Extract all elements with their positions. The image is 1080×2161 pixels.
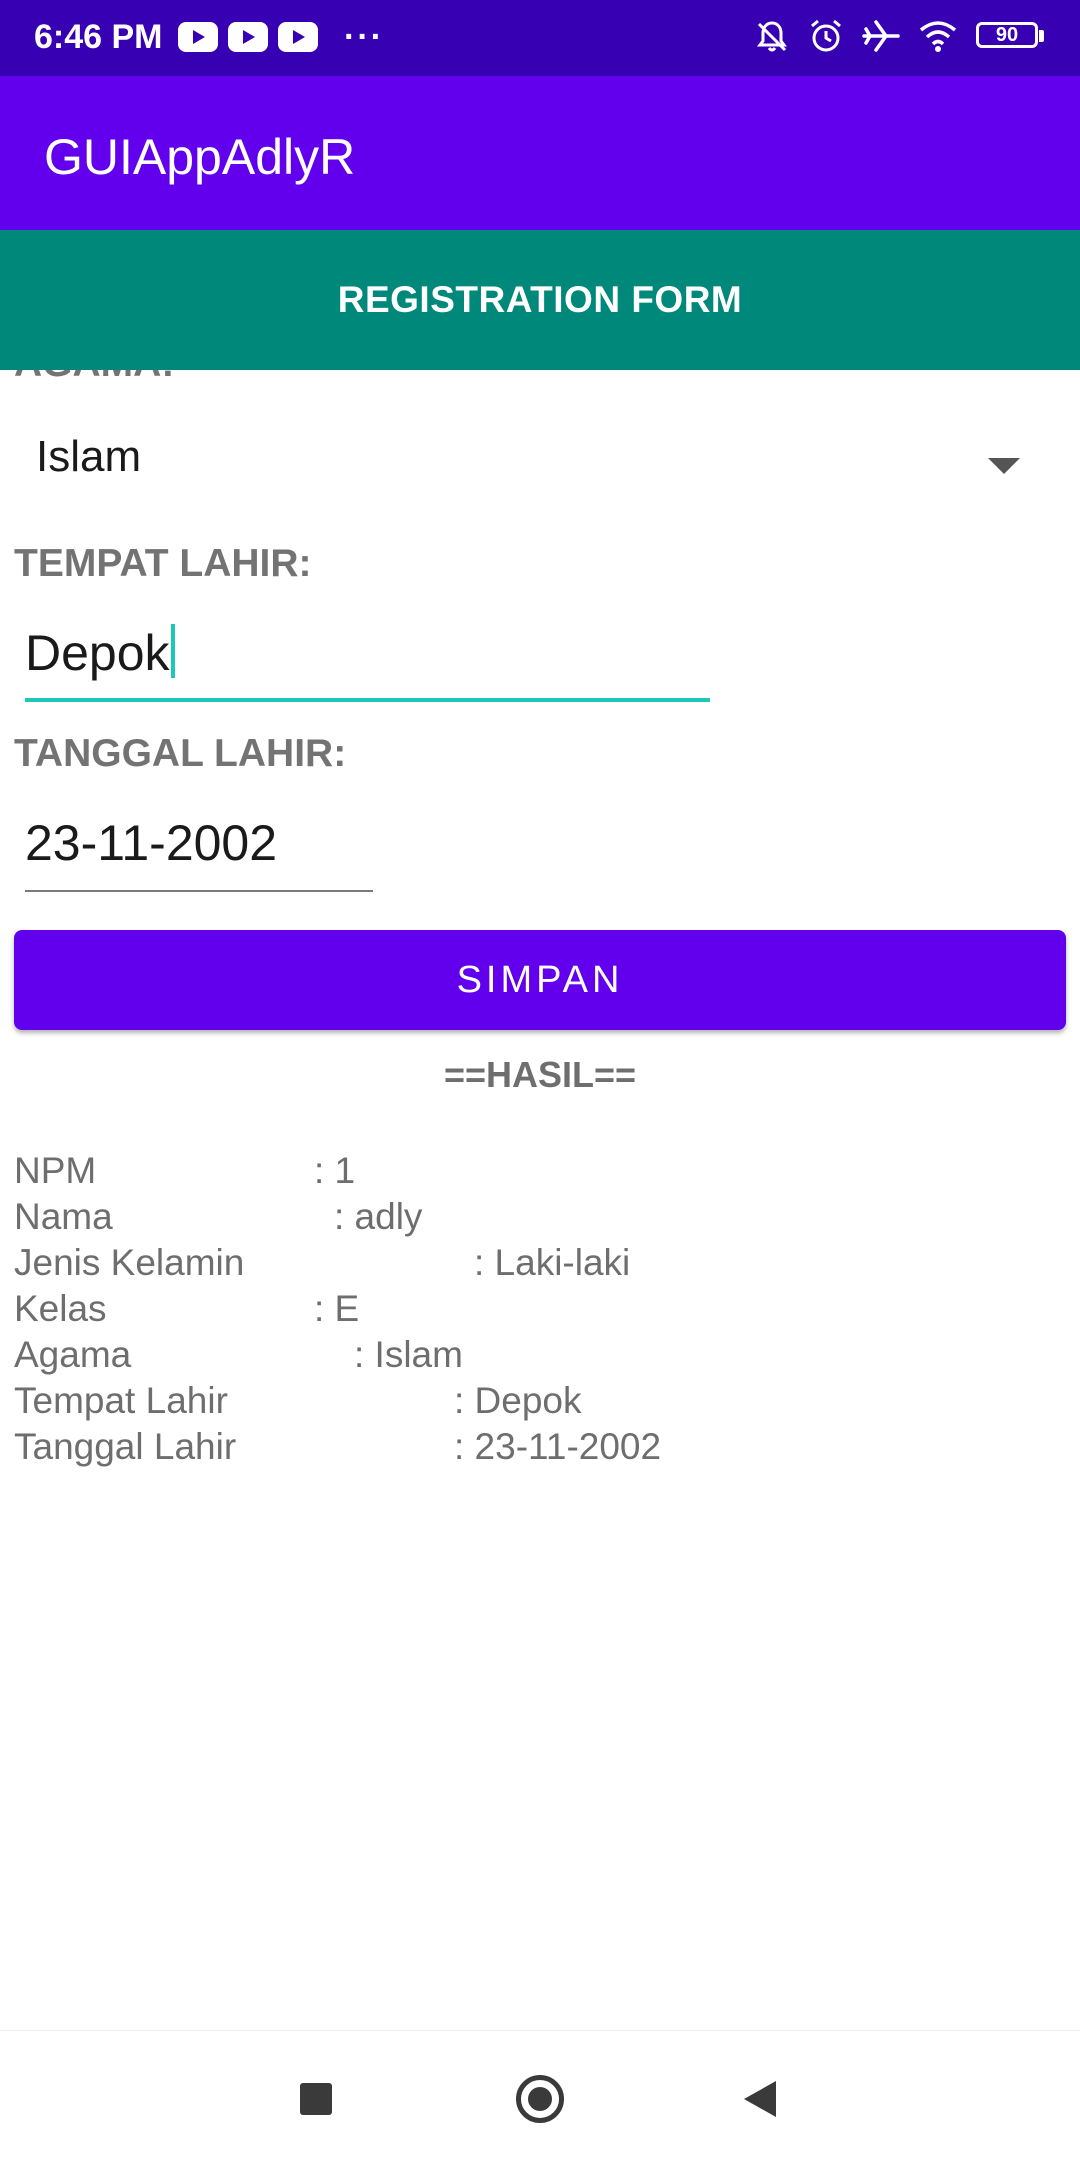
status-bar: 6:46 PM ··· 90: [0, 0, 1080, 76]
more-notifications-icon: ···: [344, 18, 384, 56]
result-row: Tanggal Lahir : 23-11-2002: [14, 1426, 1064, 1472]
app-title: GUIAppAdlyR: [44, 129, 356, 185]
agama-spinner[interactable]: Islam: [14, 420, 1064, 500]
result-label: Jenis Kelamin: [14, 1242, 245, 1283]
result-value: : 1: [314, 1150, 356, 1191]
result-value: : E: [314, 1288, 360, 1329]
muted-bell-icon: [757, 21, 787, 52]
navigation-bar: [0, 2030, 1080, 2161]
wifi-icon: [919, 21, 957, 52]
result-label: Kelas: [14, 1288, 107, 1329]
recents-icon[interactable]: [300, 2083, 332, 2115]
result-row: NPM : 1: [14, 1150, 1064, 1196]
hasil-results: NPM : 1 Nama : adly Jenis Kelamin : Laki…: [14, 1150, 1064, 1472]
hasil-title: ==HASIL==: [443, 1054, 637, 1095]
result-label: NPM: [14, 1150, 97, 1191]
home-icon[interactable]: [516, 2075, 564, 2123]
form-header: REGISTRATION FORM: [0, 230, 1080, 370]
result-value: : Depok: [454, 1380, 582, 1421]
simpan-button[interactable]: SIMPAN: [14, 930, 1066, 1030]
battery-level: 90: [976, 22, 1038, 48]
back-icon[interactable]: [744, 2081, 776, 2117]
tanggal-lahir-input[interactable]: 23-11-2002: [25, 800, 373, 892]
tempat-lahir-label: TEMPAT LAHIR:: [14, 542, 312, 585]
alarm-icon: [811, 19, 841, 52]
result-row: Tempat Lahir : Depok: [14, 1380, 1064, 1426]
result-row: Agama : Islam: [14, 1334, 1064, 1380]
result-row: Kelas : E: [14, 1288, 1064, 1334]
result-value: : Islam: [354, 1334, 463, 1375]
result-label: Tanggal Lahir: [14, 1426, 237, 1467]
agama-selected-value: Islam: [36, 432, 142, 481]
status-time: 6:46 PM: [34, 18, 163, 56]
youtube-icon: [278, 22, 318, 52]
agama-label: AGAMA:: [14, 370, 174, 386]
result-value: : adly: [334, 1196, 423, 1237]
result-value: : 23-11-2002: [454, 1426, 662, 1467]
text-cursor: [170, 624, 175, 678]
tempat-lahir-input[interactable]: Depok: [25, 610, 710, 702]
result-row: Jenis Kelamin : Laki-laki: [14, 1242, 1064, 1288]
tanggal-lahir-label: TANGGAL LAHIR:: [14, 732, 347, 775]
dropdown-arrow-icon: [988, 458, 1020, 474]
tempat-lahir-value: Depok: [25, 625, 170, 681]
app-bar: GUIAppAdlyR: [0, 76, 1080, 230]
form-scroll-area[interactable]: AGAMA: Islam TEMPAT LAHIR: Depok TANGGAL…: [0, 370, 1080, 2030]
notification-icons: ···: [178, 18, 384, 56]
youtube-icon: [228, 22, 268, 52]
result-label: Tempat Lahir: [14, 1380, 228, 1421]
system-icons: 90: [754, 18, 1046, 54]
result-label: Agama: [14, 1334, 132, 1375]
result-value: : Laki-laki: [474, 1242, 631, 1283]
result-label: Nama: [14, 1196, 113, 1237]
battery-icon: 90: [976, 19, 1046, 53]
tanggal-lahir-value: 23-11-2002: [25, 815, 278, 871]
youtube-icon: [178, 22, 218, 52]
airplane-icon: [862, 20, 900, 52]
result-row: Nama : adly: [14, 1196, 1064, 1242]
